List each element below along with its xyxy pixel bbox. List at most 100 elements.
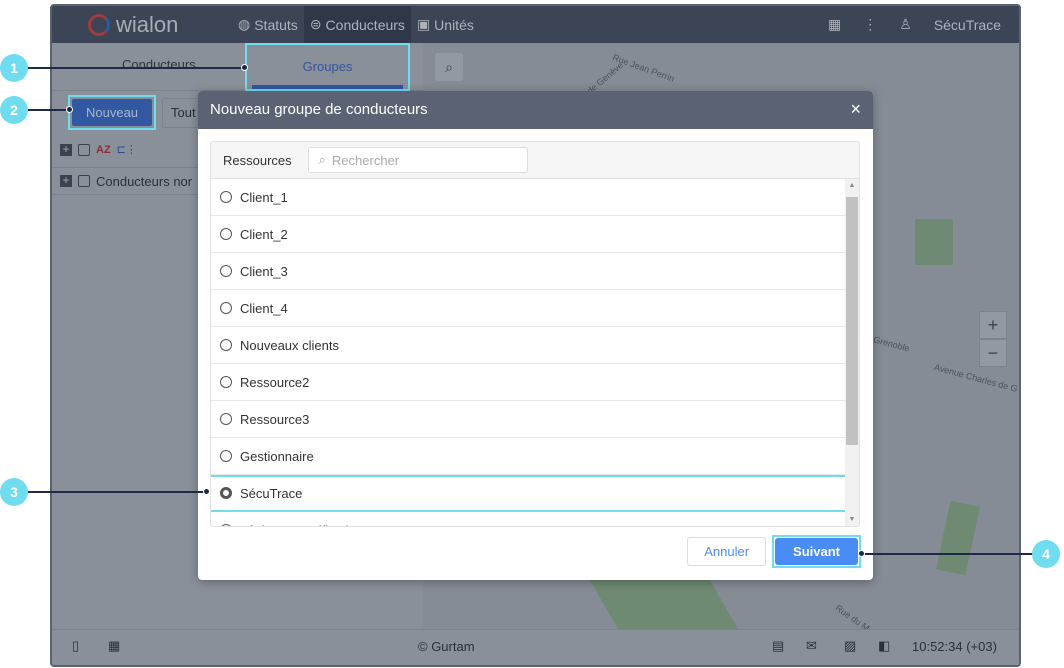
zoom-out-button[interactable]: − <box>979 339 1007 367</box>
zoom-in-button[interactable]: + <box>979 311 1007 339</box>
resource-item[interactable]: Ressource2 <box>211 364 846 401</box>
apps-grid-icon[interactable]: ▦ <box>828 16 841 33</box>
radio-button[interactable] <box>220 302 232 314</box>
resource-label: Tâches et notifications <box>240 523 369 527</box>
image-icon[interactable]: ▨ <box>844 638 856 654</box>
resource-label: Client_1 <box>240 189 288 205</box>
resource-label: Gestionnaire <box>240 448 314 464</box>
copyright: © Gurtam <box>418 639 475 654</box>
resource-label: Ressource3 <box>240 411 310 427</box>
resource-label: Client_2 <box>240 226 288 242</box>
logo-icon <box>88 14 110 36</box>
search-placeholder: Rechercher <box>331 152 400 168</box>
radio-button[interactable] <box>220 450 232 462</box>
radio-button[interactable] <box>220 487 232 499</box>
resources-panel: Ressources ⌕ Rechercher Client_1 Client_2 C… <box>210 141 860 527</box>
resource-item[interactable]: Client_2 <box>211 216 846 253</box>
new-button[interactable]: Nouveau <box>68 95 157 130</box>
nav-unites[interactable]: ▣ Unités <box>411 6 480 43</box>
radio-button[interactable] <box>220 339 232 351</box>
row-checkbox[interactable] <box>78 175 90 187</box>
scrollbar-thumb[interactable] <box>846 197 858 445</box>
resource-item[interactable]: Client_4 <box>211 290 846 327</box>
logo-text: wialon <box>116 12 179 37</box>
bus-icon: ▣ <box>416 16 431 32</box>
search-icon: ⌕ <box>318 152 326 167</box>
resource-item[interactable]: Nouveaux clients <box>211 327 846 364</box>
new-button-label: Nouveau <box>72 99 153 126</box>
user-icon[interactable]: ♙ <box>899 16 912 33</box>
scrollbar[interactable]: ▲ ▼ <box>845 179 859 526</box>
expand-all-icon[interactable]: + <box>60 143 72 156</box>
resource-item[interactable]: SécuTrace <box>211 475 846 512</box>
resource-label: Ressource2 <box>240 374 310 390</box>
search-input[interactable]: ⌕ Rechercher <box>307 147 528 173</box>
more-menu-icon[interactable]: ⋮ <box>863 16 877 33</box>
resource-list: Client_1 Client_2 Client_3 Client_4 Nouveaux… <box>211 179 846 526</box>
nav-statuts[interactable]: ◍ Statuts <box>232 6 304 43</box>
callout-line <box>28 67 246 69</box>
layout-icon[interactable]: ◧ <box>878 638 890 654</box>
top-bar: wialon ◍ Statuts ⊜ Conducteurs ▣ Unités ▦ ⋮… <box>52 6 1019 43</box>
park-area <box>936 500 980 576</box>
callout-2: 2 <box>0 96 28 124</box>
resource-label: Nouveaux clients <box>240 337 339 353</box>
bottom-bar: ▯ ▦ © Gurtam ▤ ✉ ▨ ◧ 10:52:34 (+03) <box>52 629 1019 665</box>
callout-dot <box>241 64 248 71</box>
cancel-button[interactable]: Annuler <box>687 537 767 566</box>
nav-label: Unités <box>434 16 474 33</box>
resource-item[interactable]: Client_1 <box>211 179 846 216</box>
expand-icon[interactable]: + <box>60 175 72 187</box>
next-button[interactable]: Suivant <box>775 538 858 565</box>
resource-item[interactable]: Client_3 <box>211 253 846 290</box>
radio-button[interactable] <box>220 413 232 425</box>
radio-button[interactable] <box>220 376 232 388</box>
resource-label: Client_4 <box>240 300 288 316</box>
clock: 10:52:34 (+03) <box>912 639 997 654</box>
tab-groupes[interactable]: Groupes <box>245 43 410 91</box>
park-area <box>585 573 741 633</box>
nav-label: Statuts <box>254 16 298 33</box>
resources-label: Ressources <box>223 152 292 168</box>
dialog-title: Nouveau groupe de conducteurs <box>210 101 428 118</box>
scroll-down-icon[interactable]: ▼ <box>845 516 859 523</box>
panel-toggle-icon[interactable]: ▯ <box>72 638 79 654</box>
callout-dot <box>66 106 73 113</box>
select-all-checkbox[interactable] <box>78 143 90 156</box>
nav-conducteurs[interactable]: ⊜ Conducteurs <box>303 6 411 43</box>
group-tree-icon[interactable]: ⊏⋮ <box>117 143 137 156</box>
street-label: Grenoble <box>872 334 911 354</box>
resource-item[interactable]: Ressource3 <box>211 401 846 438</box>
messages-icon[interactable]: ✉ <box>806 638 817 654</box>
callout-dot <box>858 550 865 557</box>
nav-label: Conducteurs <box>325 16 405 33</box>
apps-grid-icon[interactable]: ▦ <box>108 638 120 654</box>
park-area <box>915 219 953 265</box>
radio-button[interactable] <box>220 265 232 277</box>
radio-button[interactable] <box>220 228 232 240</box>
callout-3: 3 <box>0 478 28 506</box>
callout-line <box>862 553 1034 555</box>
radio-button[interactable] <box>220 524 232 526</box>
steering-wheel-icon: ⊜ <box>309 16 322 32</box>
wialon-logo[interactable]: wialon <box>88 12 178 38</box>
new-driver-group-dialog: Nouveau groupe de conducteurs × Ressource… <box>198 91 873 580</box>
callout-line <box>28 491 208 493</box>
resource-label: Client_3 <box>240 263 288 279</box>
radio-button[interactable] <box>220 191 232 203</box>
notifications-icon[interactable]: ▤ <box>772 638 784 654</box>
user-name[interactable]: SécuTrace <box>934 17 1001 33</box>
map-search-icon[interactable]: ⌕ <box>435 53 463 81</box>
scroll-up-icon[interactable]: ▲ <box>845 182 859 189</box>
sort-icon[interactable]: AZ <box>96 144 111 156</box>
callout-dot <box>203 488 210 495</box>
callout-1: 1 <box>0 54 28 82</box>
resource-label: SécuTrace <box>240 485 303 501</box>
globe-icon: ◍ <box>238 16 251 32</box>
resource-item[interactable]: Gestionnaire <box>211 438 846 475</box>
tab-conducteurs[interactable]: Conducteurs <box>122 57 196 72</box>
resource-item[interactable]: Tâches et notifications <box>211 512 846 526</box>
callout-4: 4 <box>1032 540 1060 568</box>
close-icon[interactable]: × <box>850 99 861 120</box>
row-label: Conducteurs nor <box>96 173 193 189</box>
